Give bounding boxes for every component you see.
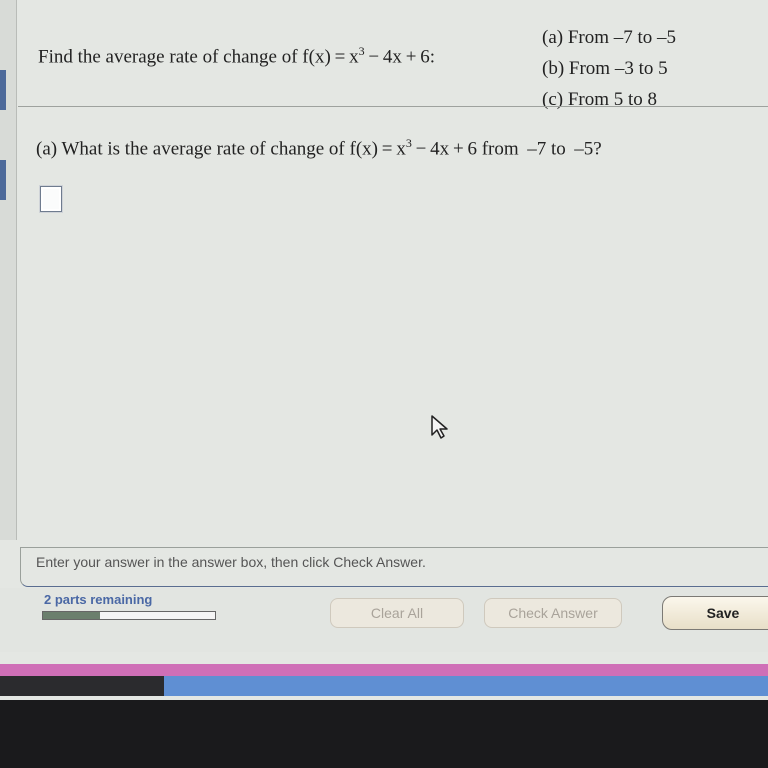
- taskbar-start-area: [0, 676, 164, 696]
- mouse-pointer-icon: [431, 415, 448, 439]
- taskbar-top-edge: [0, 664, 768, 676]
- parts-remaining-label: 2 parts remaining: [44, 592, 153, 607]
- left-tab[interactable]: [0, 70, 6, 110]
- check-answer-button[interactable]: Check Answer: [484, 598, 622, 628]
- problem-text: Find the average rate of change of f(x) …: [38, 46, 359, 68]
- progress-bar: [42, 611, 216, 620]
- left-tab[interactable]: [0, 160, 6, 200]
- question-suffix: − 4x + 6 from –7 to –5?: [411, 138, 602, 160]
- clear-all-button[interactable]: Clear All: [330, 598, 464, 628]
- question-text: (a) What is the average rate of change o…: [36, 136, 602, 160]
- part-a: (a) From –7 to –5: [542, 27, 677, 48]
- problem-parts: (a) From –7 to –5 (b) From –3 to 5 (c) F…: [542, 22, 676, 115]
- left-panel-edge: [0, 0, 17, 540]
- answer-input[interactable]: [40, 186, 62, 212]
- save-button[interactable]: Save: [662, 596, 768, 630]
- instruction-bar: Enter your answer in the answer box, the…: [20, 547, 768, 587]
- progress-fill: [43, 612, 100, 619]
- divider: [18, 106, 768, 107]
- part-b: (b) From –3 to 5: [542, 58, 668, 79]
- problem-statement: Find the average rate of change of f(x) …: [38, 44, 435, 68]
- question-prefix: (a) What is the average rate of change o…: [36, 138, 406, 160]
- homework-screen: Find the average rate of change of f(x) …: [0, 0, 768, 700]
- instruction-text: Enter your answer in the answer box, the…: [36, 554, 426, 570]
- part-c: (c) From 5 to 8: [542, 89, 658, 110]
- problem-text-end: − 4x + 6:: [364, 46, 436, 68]
- footer-toolbar: 2 parts remaining Clear All Check Answer…: [0, 588, 768, 652]
